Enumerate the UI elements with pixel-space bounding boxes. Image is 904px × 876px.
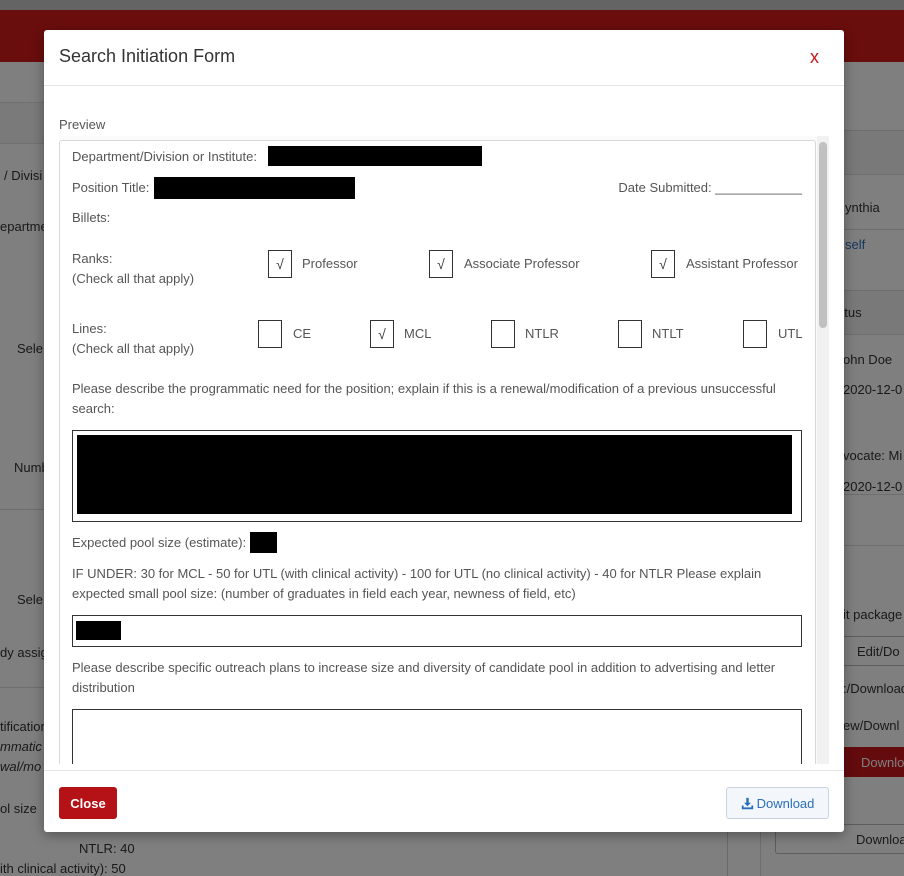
programmatic-need-answer-box — [72, 430, 802, 522]
billets-label: Billets: — [72, 210, 111, 225]
redacted-department — [268, 146, 482, 166]
if-under-text: IF UNDER: 30 for MCL - 50 for UTL (with … — [72, 566, 762, 601]
ranks-label: Ranks: — [72, 251, 113, 266]
line-ce-checkbox[interactable] — [258, 320, 282, 348]
search-initiation-modal: Search Initiation Form x Preview Departm… — [44, 30, 844, 832]
line-mcl-checkbox[interactable]: √ — [370, 320, 394, 348]
redacted-position-title — [154, 177, 355, 199]
download-button[interactable]: Download — [726, 787, 829, 819]
redacted-programmatic-need — [77, 435, 792, 514]
rank-professor-label: Professor — [302, 256, 358, 271]
line-ntlt-checkbox[interactable] — [618, 320, 642, 348]
position-title-label: Position Title: — [72, 180, 150, 195]
outreach-question: Please describe specific outreach plans … — [72, 660, 776, 695]
download-icon — [741, 797, 753, 809]
outreach-answer-box — [72, 709, 802, 764]
close-button[interactable]: Close — [59, 787, 117, 819]
line-ntlt-label: NTLT — [652, 326, 684, 341]
pool-size-label: Expected pool size (estimate): — [72, 535, 247, 550]
line-utl-checkbox[interactable] — [743, 320, 767, 348]
line-ntlr-checkbox[interactable] — [491, 320, 515, 348]
lines-label: Lines: — [72, 321, 107, 336]
lines-hint: (Check all that apply) — [72, 341, 195, 356]
rank-associate-professor-label: Associate Professor — [464, 256, 580, 271]
date-submitted-label: Date Submitted: ____________ — [618, 180, 802, 195]
small-pool-answer-box — [72, 615, 802, 647]
close-icon[interactable]: x — [810, 47, 819, 68]
modal-footer: Close Download — [44, 770, 844, 832]
preview-scrollbar-thumb[interactable] — [819, 142, 827, 328]
line-utl-label: UTL — [778, 326, 803, 341]
rank-professor-checkbox[interactable]: √ — [268, 250, 292, 278]
line-mcl-label: MCL — [404, 326, 432, 341]
rank-associate-professor-checkbox[interactable]: √ — [429, 250, 453, 278]
preview-scroll-area[interactable]: Department/Division or Institute: Positi… — [59, 136, 829, 764]
programmatic-need-question: Please describe the programmatic need fo… — [72, 381, 776, 416]
rank-assistant-professor-checkbox[interactable]: √ — [651, 250, 675, 278]
line-ntlr-label: NTLR — [525, 326, 559, 341]
department-label: Department/Division or Institute: — [72, 149, 257, 164]
rank-assistant-professor-label: Assistant Professor — [686, 256, 798, 271]
modal-title: Search Initiation Form — [59, 46, 236, 66]
redacted-pool-size — [250, 532, 277, 553]
line-ce-label: CE — [293, 326, 312, 341]
modal-body: Preview Department/Division or Institute… — [44, 86, 844, 770]
modal-header: Search Initiation Form x — [44, 30, 844, 86]
ranks-hint: (Check all that apply) — [72, 271, 195, 286]
download-button-label: Download — [756, 795, 815, 811]
preview-label: Preview — [59, 117, 106, 132]
redacted-small-pool-answer — [76, 621, 121, 640]
form-preview-document: Department/Division or Institute: Positi… — [59, 140, 816, 764]
